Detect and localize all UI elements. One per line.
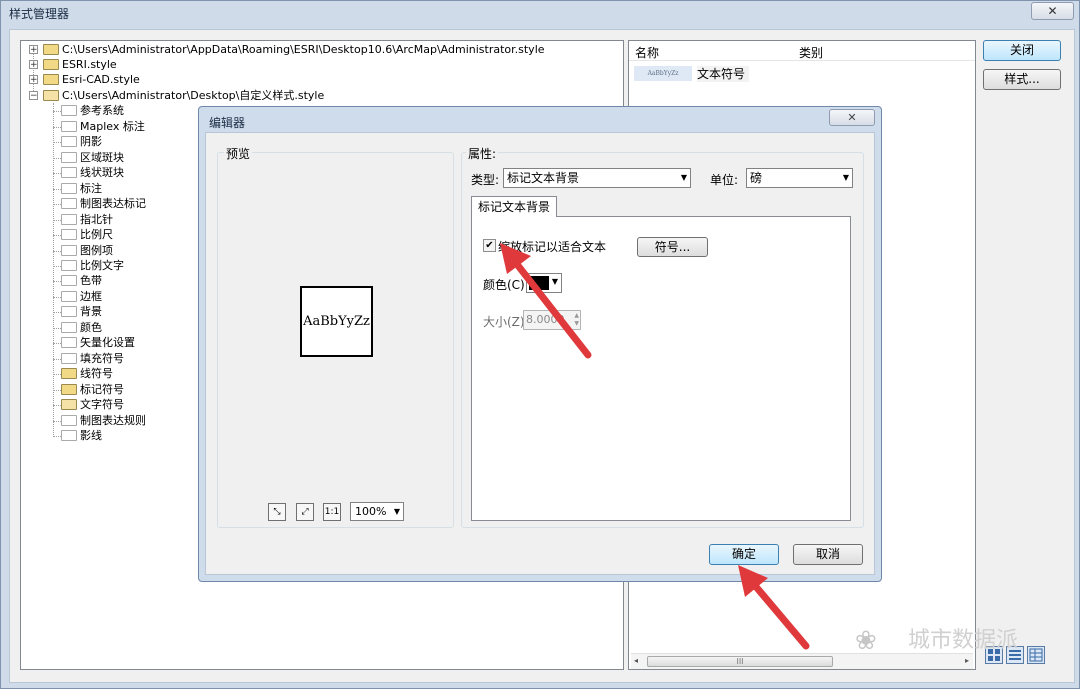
arrow-to-checkbox-icon	[500, 243, 592, 359]
annotation-arrows	[500, 243, 810, 650]
arrow-to-ok-icon	[738, 565, 810, 650]
